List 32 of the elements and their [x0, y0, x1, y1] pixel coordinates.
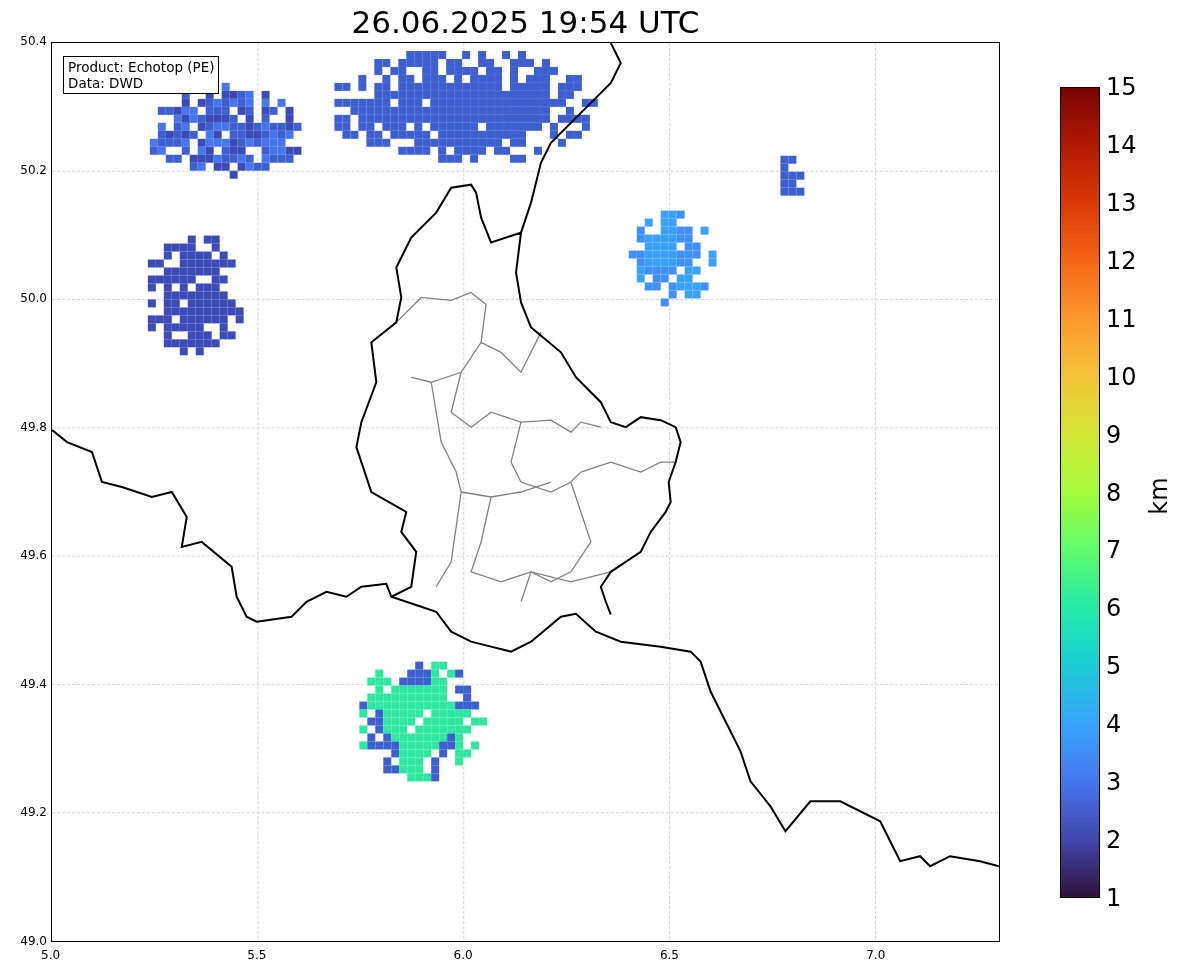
x-tick-label: 7.0	[866, 948, 886, 962]
colorbar-tick-label: 5	[1106, 654, 1122, 679]
x-tick-label: 6.5	[659, 948, 679, 962]
y-tick-label: 49.0	[20, 934, 47, 948]
colorbar-tick-label: 9	[1106, 422, 1122, 447]
y-tick-label: 49.8	[20, 419, 47, 434]
y-tick-label: 49.2	[20, 805, 47, 820]
legend-text: Product: Echotop (PE)	[68, 59, 215, 75]
y-tick-label: 49.4	[20, 676, 47, 691]
colorbar-tick-label: 2	[1106, 828, 1122, 853]
colorbar-tick-label: 15	[1106, 75, 1137, 99]
colorbar-label: km	[1144, 477, 1173, 515]
colorbar-tick-label: 10	[1106, 364, 1137, 389]
colorbar-tick-label: 1	[1106, 886, 1122, 910]
chart-title: 26.06.2025 19:54 UTC	[350, 3, 701, 42]
colorbar-tick-label: 7	[1106, 538, 1122, 563]
colorbar-tick-label: 6	[1106, 596, 1122, 621]
y-tick-label: 50.0	[20, 291, 47, 306]
colorbar-tick-label: 12	[1106, 248, 1137, 273]
x-tick-label: 5.0	[41, 948, 61, 962]
y-tick-label: 50.2	[20, 162, 47, 177]
legend-text: Data: DWD	[68, 75, 145, 91]
y-tick-label: 50.4	[20, 34, 47, 48]
colorbar-tick-label: 14	[1106, 132, 1137, 157]
colorbar-tick-label: 11	[1106, 306, 1137, 331]
x-tick-label: 6.0	[453, 948, 473, 962]
colorbar-tick-label: 4	[1106, 712, 1122, 737]
colorbar-tick-label: 3	[1106, 770, 1122, 795]
colorbar-tick-label: 8	[1106, 480, 1122, 505]
y-tick-label: 49.6	[20, 548, 47, 563]
x-tick-label: 5.5	[247, 948, 267, 962]
colorbar-tick-label: 13	[1106, 190, 1137, 215]
